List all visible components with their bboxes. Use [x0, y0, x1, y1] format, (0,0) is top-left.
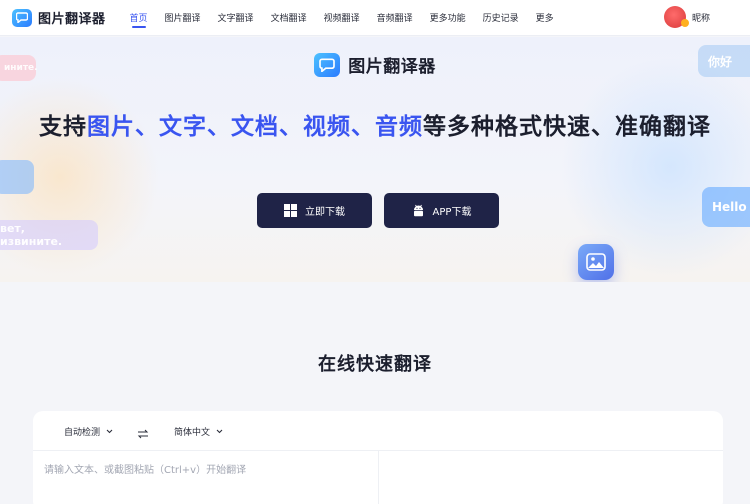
logo-text: 图片翻译器	[38, 12, 106, 27]
chevron-down-icon	[106, 429, 113, 434]
decor-bubble: Hello	[702, 187, 750, 227]
windows-download-button[interactable]: 立即下载	[257, 193, 372, 228]
hero-banner: ините. вет, извините. 你好 Hello 图片翻译器 支持图…	[0, 37, 750, 282]
language-bar: 自动检测 简体中文	[33, 411, 723, 451]
windows-download-label: 立即下载	[305, 207, 345, 218]
windows-icon	[284, 204, 297, 217]
chevron-down-icon	[216, 429, 223, 434]
headline-suffix: 等多种格式快速、准确翻译	[423, 114, 711, 140]
avatar[interactable]	[663, 6, 689, 28]
chat-bubble-icon	[12, 8, 32, 27]
nav-history[interactable]: 历史记录	[483, 0, 519, 36]
image-icon	[578, 244, 614, 280]
decor-bubble: вет, извините.	[0, 220, 98, 250]
hero-headline: 支持图片、文字、文档、视频、音频等多种格式快速、准确翻译	[0, 107, 750, 141]
hero-brand: 图片翻译器	[0, 52, 750, 77]
hero-brand-text: 图片翻译器	[348, 57, 436, 77]
source-language-select[interactable]: 自动检测	[64, 425, 113, 438]
user-nickname[interactable]: 昵称	[692, 11, 710, 24]
app-download-label: APP下载	[432, 207, 472, 218]
panel-divider	[378, 451, 379, 504]
nav-document-translate[interactable]: 文档翻译	[271, 0, 307, 36]
chat-bubble-icon	[314, 52, 341, 77]
nav-home[interactable]: 首页	[130, 0, 148, 36]
nav-video-translate[interactable]: 视频翻译	[324, 0, 360, 36]
user-menu[interactable]: 昵称	[663, 6, 710, 28]
nav-audio-translate[interactable]: 音频翻译	[377, 0, 413, 36]
target-language-label: 简体中文	[174, 428, 211, 438]
nav-image-translate[interactable]: 图片翻译	[165, 0, 201, 36]
app-download-button[interactable]: APP下载	[384, 193, 499, 228]
logo[interactable]: 图片翻译器	[12, 8, 106, 27]
source-language-label: 自动检测	[64, 428, 101, 438]
section-title: 在线快速翻译	[318, 354, 432, 375]
target-language-select[interactable]: 简体中文	[174, 425, 223, 438]
main-nav: 首页 图片翻译 文字翻译 文档翻译 视频翻译 音频翻译 更多功能 历史记录 更多	[130, 0, 571, 36]
swap-arrows-icon[interactable]	[137, 424, 149, 443]
translate-input[interactable]: 请输入文本、或截图粘贴（Ctrl+v）开始翻译	[44, 461, 364, 476]
decor-bubble	[0, 160, 34, 194]
nav-text-translate[interactable]: 文字翻译	[218, 0, 254, 36]
android-icon	[412, 204, 425, 218]
nav-more-features[interactable]: 更多功能	[430, 0, 466, 36]
nav-more[interactable]: 更多	[536, 0, 554, 36]
headline-highlight: 图片、文字、文档、视频、音频	[87, 114, 423, 140]
translate-panel: 自动检测 简体中文 请输入文本、或截图粘贴（Ctrl+v）开始翻译	[33, 411, 723, 504]
top-navbar: 图片翻译器 首页 图片翻译 文字翻译 文档翻译 视频翻译 音频翻译 更多功能 历…	[0, 0, 750, 36]
headline-prefix: 支持	[39, 114, 87, 140]
